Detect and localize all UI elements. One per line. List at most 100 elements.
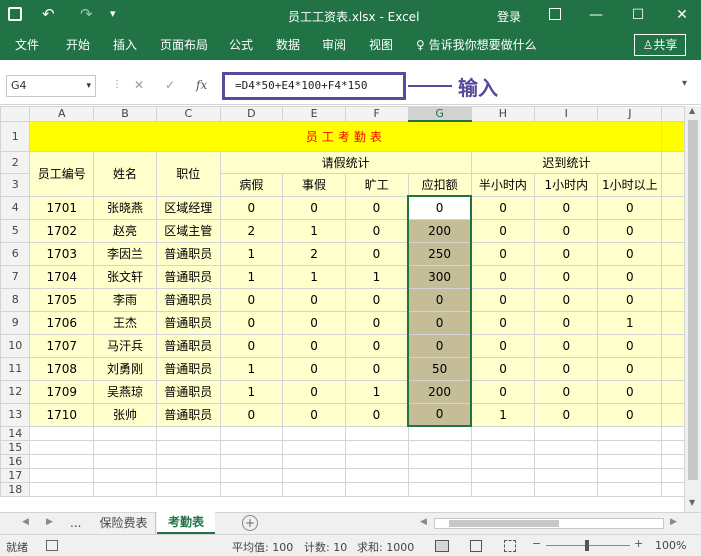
- row-header[interactable]: 7: [0, 264, 31, 289]
- header-cell[interactable]: 半小时内: [470, 172, 536, 197]
- tell-me-box[interactable]: ♀ 告诉我你想要做什么: [416, 30, 537, 60]
- row-header[interactable]: 4: [0, 195, 31, 220]
- column-header[interactable]: B: [92, 106, 158, 122]
- cell[interactable]: [92, 439, 158, 455]
- cell[interactable]: 0: [344, 241, 409, 266]
- cell[interactable]: 0: [282, 333, 346, 358]
- cell[interactable]: [282, 439, 346, 455]
- cell[interactable]: [156, 481, 221, 497]
- cell[interactable]: 普通职员: [156, 310, 221, 335]
- ribbon-display-icon[interactable]: [549, 8, 561, 20]
- tab-home[interactable]: 开始: [66, 30, 90, 60]
- scroll-up-icon[interactable]: ▲: [689, 106, 695, 115]
- cell[interactable]: 1: [219, 264, 284, 289]
- row-header[interactable]: 6: [0, 241, 31, 266]
- cell[interactable]: [534, 425, 599, 441]
- cell[interactable]: [534, 453, 599, 469]
- row-header[interactable]: 14: [0, 425, 31, 441]
- cell[interactable]: 区域经理: [156, 195, 221, 220]
- cell[interactable]: 普通职员: [156, 241, 221, 266]
- cell[interactable]: [344, 439, 409, 455]
- row-header[interactable]: 10: [0, 333, 31, 358]
- cell[interactable]: [344, 467, 409, 483]
- cell[interactable]: [534, 439, 599, 455]
- cell[interactable]: 0: [407, 195, 473, 220]
- header-cell[interactable]: 请假统计: [219, 150, 472, 174]
- more-sheets[interactable]: ...: [70, 516, 81, 530]
- column-header[interactable]: I: [534, 106, 599, 122]
- column-header[interactable]: A: [29, 106, 94, 122]
- cell[interactable]: 0: [534, 402, 599, 427]
- tab-formulas[interactable]: 公式: [229, 30, 253, 60]
- tab-view[interactable]: 视图: [369, 30, 393, 60]
- tab-file[interactable]: 文件: [15, 30, 39, 60]
- cell[interactable]: 王杰: [92, 310, 158, 335]
- zoom-level[interactable]: 100%: [655, 539, 686, 552]
- cell[interactable]: 0: [534, 218, 599, 243]
- cell[interactable]: 0: [597, 241, 663, 266]
- cell[interactable]: 0: [282, 379, 346, 404]
- close-icon[interactable]: ✕: [664, 0, 700, 30]
- cell[interactable]: 0: [470, 310, 536, 335]
- cell[interactable]: [219, 481, 284, 497]
- cell[interactable]: 0: [407, 310, 473, 335]
- zoom-in-icon[interactable]: +: [634, 537, 643, 550]
- cell[interactable]: 0: [470, 195, 536, 220]
- chevron-down-icon[interactable]: ▾: [86, 76, 91, 96]
- page-break-view-icon[interactable]: [504, 540, 516, 552]
- next-sheet-icon[interactable]: ▶: [46, 517, 53, 527]
- cell[interactable]: 1709: [29, 379, 94, 404]
- cell[interactable]: 200: [407, 379, 473, 404]
- cell[interactable]: 200: [407, 218, 473, 243]
- cell[interactable]: 0: [282, 287, 346, 312]
- cell[interactable]: [92, 481, 158, 497]
- column-header[interactable]: F: [344, 106, 409, 122]
- cell[interactable]: 1707: [29, 333, 94, 358]
- prev-sheet-icon[interactable]: ◀: [22, 517, 29, 527]
- cell[interactable]: 0: [344, 287, 409, 312]
- hscroll-right-icon[interactable]: ▶: [670, 517, 677, 527]
- cell[interactable]: [470, 481, 536, 497]
- tab-insert[interactable]: 插入: [113, 30, 137, 60]
- cell[interactable]: 0: [219, 402, 284, 427]
- cell[interactable]: 1: [344, 264, 409, 289]
- cell[interactable]: 0: [282, 402, 346, 427]
- cell[interactable]: 0: [344, 333, 409, 358]
- cell[interactable]: 0: [534, 356, 599, 381]
- cell[interactable]: [407, 481, 472, 497]
- cell[interactable]: 刘勇刚: [92, 356, 158, 381]
- share-button[interactable]: ♙共享: [634, 34, 686, 56]
- insert-function-icon[interactable]: fx: [196, 78, 207, 92]
- row-header[interactable]: 18: [0, 481, 31, 497]
- save-icon[interactable]: [8, 7, 22, 21]
- undo-icon[interactable]: ↶: [42, 5, 55, 23]
- cell[interactable]: 1: [470, 402, 536, 427]
- enter-icon[interactable]: ✓: [165, 78, 175, 92]
- cell[interactable]: 0: [534, 287, 599, 312]
- header-cell[interactable]: 旷工: [344, 172, 409, 197]
- cell[interactable]: 1703: [29, 241, 94, 266]
- header-cell[interactable]: 1小时内: [534, 172, 599, 197]
- cell[interactable]: 1: [282, 218, 346, 243]
- cell[interactable]: 0: [219, 287, 284, 312]
- cell[interactable]: 0: [597, 333, 663, 358]
- horizontal-scrollbar[interactable]: [434, 518, 664, 529]
- cell[interactable]: [29, 425, 94, 441]
- header-cell[interactable]: 员工编号: [29, 150, 94, 197]
- cell[interactable]: [534, 481, 599, 497]
- column-header[interactable]: J: [597, 106, 663, 122]
- select-all-corner[interactable]: [0, 106, 31, 122]
- row-header[interactable]: 12: [0, 379, 31, 404]
- cell[interactable]: 2: [219, 218, 284, 243]
- cell[interactable]: 普通职员: [156, 333, 221, 358]
- cell[interactable]: 0: [219, 310, 284, 335]
- cell[interactable]: 赵亮: [92, 218, 158, 243]
- cell[interactable]: 0: [282, 310, 346, 335]
- cell[interactable]: 张晓燕: [92, 195, 158, 220]
- cell[interactable]: 0: [344, 356, 409, 381]
- cell[interactable]: 0: [407, 287, 473, 312]
- cell[interactable]: [156, 467, 221, 483]
- cell[interactable]: 0: [344, 402, 409, 427]
- cell[interactable]: 1: [344, 379, 409, 404]
- cell[interactable]: 0: [534, 333, 599, 358]
